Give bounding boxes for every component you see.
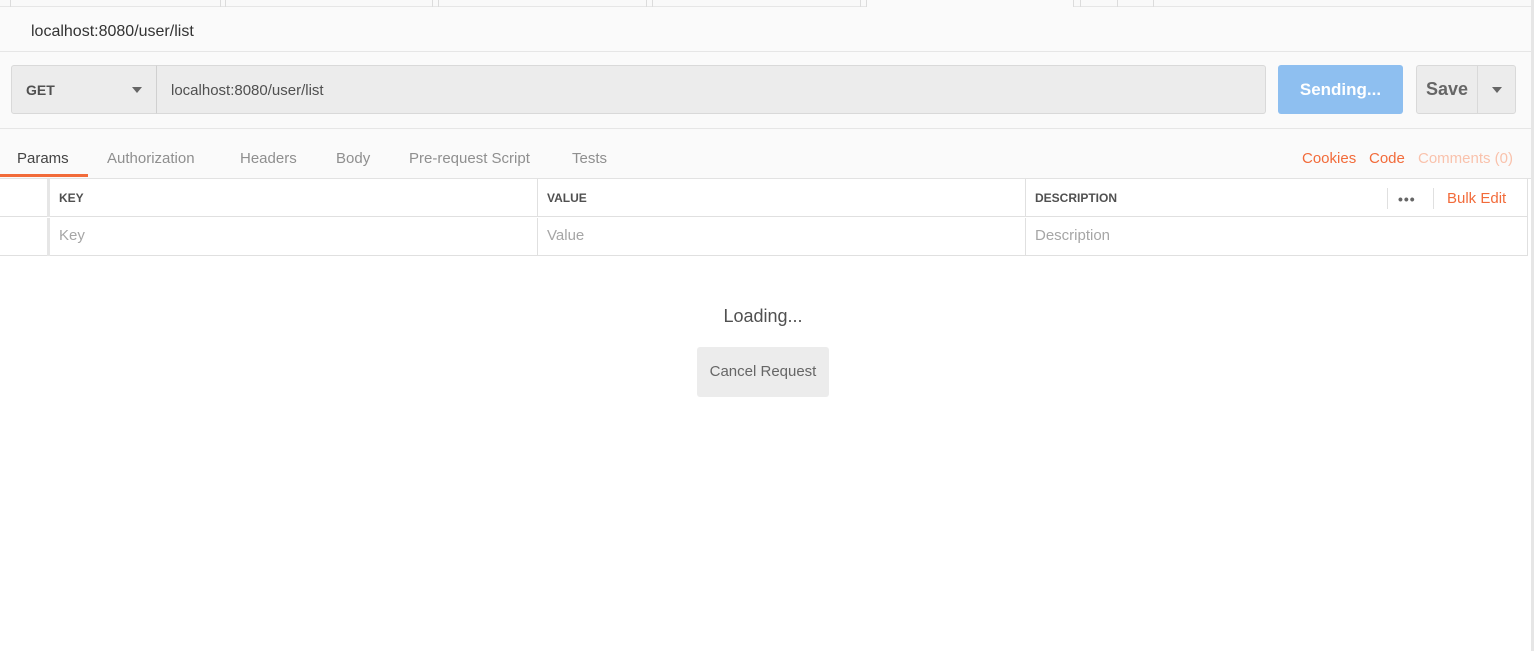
save-options-button[interactable]: [1477, 65, 1516, 114]
tab-separator: [860, 0, 861, 7]
chevron-down-icon: [1492, 87, 1502, 93]
tab-separator: [438, 0, 439, 7]
cancel-request-button[interactable]: Cancel Request: [697, 347, 829, 397]
tab-headers[interactable]: Headers: [240, 150, 297, 167]
tab-params[interactable]: Params: [17, 150, 69, 167]
tab-separator: [1117, 0, 1118, 7]
tab-body[interactable]: Body: [336, 150, 370, 167]
description-input[interactable]: [1035, 227, 1487, 244]
request-title[interactable]: localhost:8080/user/list: [31, 23, 194, 41]
description-header-label: DESCRIPTION: [1035, 191, 1118, 205]
url-value: localhost:8080/user/list: [171, 82, 324, 99]
row-checkbox-cell[interactable]: [0, 218, 50, 256]
code-link[interactable]: Code: [1369, 150, 1405, 167]
loading-text: Loading...: [723, 306, 803, 326]
value-cell: [538, 218, 1026, 256]
cookies-link[interactable]: Cookies: [1302, 150, 1356, 167]
chevron-down-icon: [132, 87, 142, 93]
value-header-label: VALUE: [547, 191, 587, 205]
request-title-bar: localhost:8080/user/list: [0, 7, 1531, 52]
key-cell: [50, 218, 538, 256]
tab-separator: [432, 0, 433, 7]
value-input[interactable]: [547, 227, 986, 244]
value-header: VALUE: [538, 179, 1026, 217]
key-input[interactable]: [59, 227, 498, 244]
more-options-icon[interactable]: •••: [1398, 191, 1416, 207]
tab-separator: [220, 0, 221, 7]
tab-tests[interactable]: Tests: [572, 150, 607, 167]
tab-separator: [10, 0, 11, 7]
key-header-label: KEY: [59, 191, 84, 205]
bulk-edit-link[interactable]: Bulk Edit: [1447, 190, 1506, 207]
key-header: KEY: [50, 179, 538, 217]
active-tab-indicator: [0, 174, 88, 177]
url-input[interactable]: localhost:8080/user/list: [156, 65, 1266, 114]
tab-separator: [225, 0, 226, 7]
header-divider: [1387, 188, 1388, 209]
tab-authorization[interactable]: Authorization: [107, 150, 195, 167]
request-bar: GET localhost:8080/user/list Sending... …: [0, 52, 1531, 129]
tab-separator: [646, 0, 647, 7]
comments-link[interactable]: Comments (0): [1418, 150, 1513, 167]
description-cell: [1026, 218, 1528, 256]
method-label: GET: [26, 82, 55, 98]
request-section-tabs: Params Authorization Headers Body Pre-re…: [0, 129, 1531, 179]
method-select[interactable]: GET: [11, 65, 157, 114]
save-button[interactable]: Save: [1416, 65, 1478, 114]
send-button[interactable]: Sending...: [1278, 65, 1403, 114]
tab-separator: [1080, 0, 1081, 7]
tab-separator: [1153, 0, 1154, 7]
request-tab-strip: [0, 0, 1534, 8]
select-all-cell: [0, 179, 50, 217]
header-divider: [1433, 188, 1434, 209]
params-table: KEY VALUE DESCRIPTION ••• Bulk Edit: [0, 179, 1528, 256]
params-row: [0, 218, 1528, 256]
tab-separator: [652, 0, 653, 7]
params-header-row: KEY VALUE DESCRIPTION ••• Bulk Edit: [0, 179, 1528, 217]
tab-pre-request-script[interactable]: Pre-request Script: [409, 150, 530, 167]
